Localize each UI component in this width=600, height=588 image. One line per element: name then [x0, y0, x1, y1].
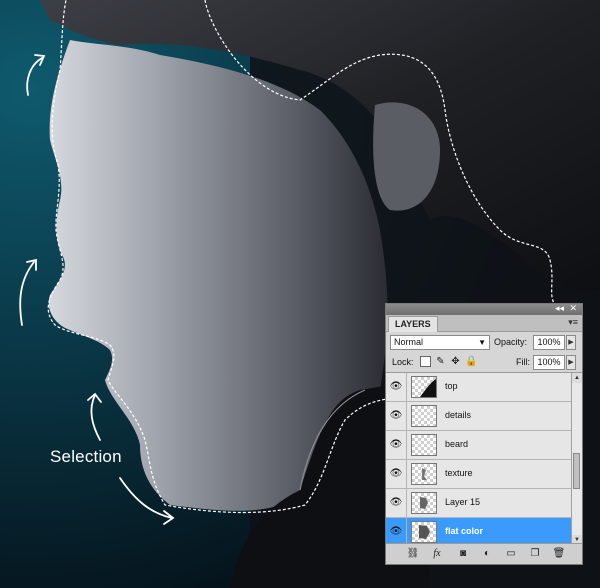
panel-menu-icon[interactable]: ▾≡ — [568, 318, 578, 327]
visibility-eye-icon[interactable]: 👁 — [388, 408, 404, 424]
selection-label: Selection — [50, 447, 122, 466]
visibility-eye-icon[interactable]: 👁 — [388, 437, 404, 453]
panel-tab-row: LAYERS ▾≡ — [386, 315, 582, 332]
lock-pixels-icon[interactable]: ✎ — [435, 356, 446, 367]
new-group-icon[interactable]: ▭ — [504, 547, 518, 560]
lock-position-icon[interactable]: ✥ — [450, 356, 461, 367]
fill-label: Fill: — [516, 357, 530, 367]
visibility-eye-icon[interactable]: 👁 — [388, 466, 404, 482]
layer-row-selected[interactable]: 👁 flat color — [386, 518, 571, 545]
blend-mode-select[interactable]: Normal ▼ — [390, 335, 490, 350]
layer-name: Layer 15 — [445, 497, 481, 507]
blend-mode-value: Normal — [394, 337, 424, 347]
new-layer-icon[interactable]: ❐ — [528, 547, 542, 560]
panel-titlebar: ◂◂ ✕ — [386, 302, 582, 315]
lock-all-icon[interactable]: 🔒 — [465, 356, 477, 367]
tab-layers[interactable]: LAYERS — [388, 316, 438, 332]
blend-row: Normal ▼ Opacity: 100% ▶ — [386, 332, 582, 352]
scroll-thumb[interactable] — [573, 453, 580, 489]
layer-thumbnail — [411, 492, 437, 514]
layer-name: texture — [445, 468, 473, 478]
layer-row[interactable]: 👁 top — [386, 373, 571, 402]
lock-label: Lock: — [392, 357, 414, 367]
opacity-input[interactable]: 100% — [533, 335, 565, 350]
layer-name: flat color — [445, 526, 484, 536]
layers-scrollbar[interactable]: ▲ ▼ — [571, 373, 582, 545]
visibility-eye-icon[interactable]: 👁 — [388, 379, 404, 395]
layer-thumbnail — [411, 521, 437, 543]
layer-style-icon[interactable]: fx — [430, 547, 444, 560]
visibility-eye-icon[interactable]: 👁 — [388, 524, 404, 540]
layer-row[interactable]: 👁 Layer 15 — [386, 489, 571, 518]
layers-panel: ◂◂ ✕ LAYERS ▾≡ Normal ▼ Opacity: 100% ▶ … — [385, 303, 583, 565]
fill-input[interactable]: 100% — [533, 355, 565, 370]
delete-layer-icon[interactable]: 🗑 — [552, 547, 566, 560]
layer-thumbnail — [411, 376, 437, 398]
visibility-eye-icon[interactable]: 👁 — [388, 495, 404, 511]
opacity-label: Opacity: — [494, 337, 528, 347]
scroll-up-icon[interactable]: ▲ — [572, 373, 582, 383]
lock-row: Lock: ✎ ✥ 🔒 Fill: 100% ▶ — [386, 352, 582, 373]
layer-mask-icon[interactable]: ◙ — [456, 547, 470, 560]
collapse-button[interactable]: ◂◂ — [555, 302, 564, 314]
fill-slider-button[interactable]: ▶ — [566, 355, 576, 370]
close-icon[interactable]: ✕ — [569, 302, 577, 314]
layer-row[interactable]: 👁 beard — [386, 431, 571, 460]
lock-transparency-icon[interactable] — [420, 356, 431, 367]
layer-name: top — [445, 381, 458, 391]
layer-name: details — [445, 410, 472, 420]
layer-row[interactable]: 👁 texture — [386, 460, 571, 489]
layer-thumbnail — [411, 405, 437, 427]
chevron-down-icon: ▼ — [478, 338, 486, 347]
opacity-slider-button[interactable]: ▶ — [566, 335, 576, 350]
layer-row[interactable]: 👁 details — [386, 402, 571, 431]
layers-list: 👁 top 👁 details 👁 beard 👁 texture 👁 Laye… — [386, 373, 571, 545]
link-layers-icon[interactable]: ⛓ — [406, 547, 420, 560]
layer-name: beard — [445, 439, 469, 449]
adjustment-layer-icon[interactable]: ◐ — [480, 547, 494, 560]
layer-thumbnail — [411, 463, 437, 485]
layer-thumbnail — [411, 434, 437, 456]
panel-bottom-bar: ⛓ fx ◙ ◐ ▭ ❐ 🗑 — [386, 543, 582, 564]
